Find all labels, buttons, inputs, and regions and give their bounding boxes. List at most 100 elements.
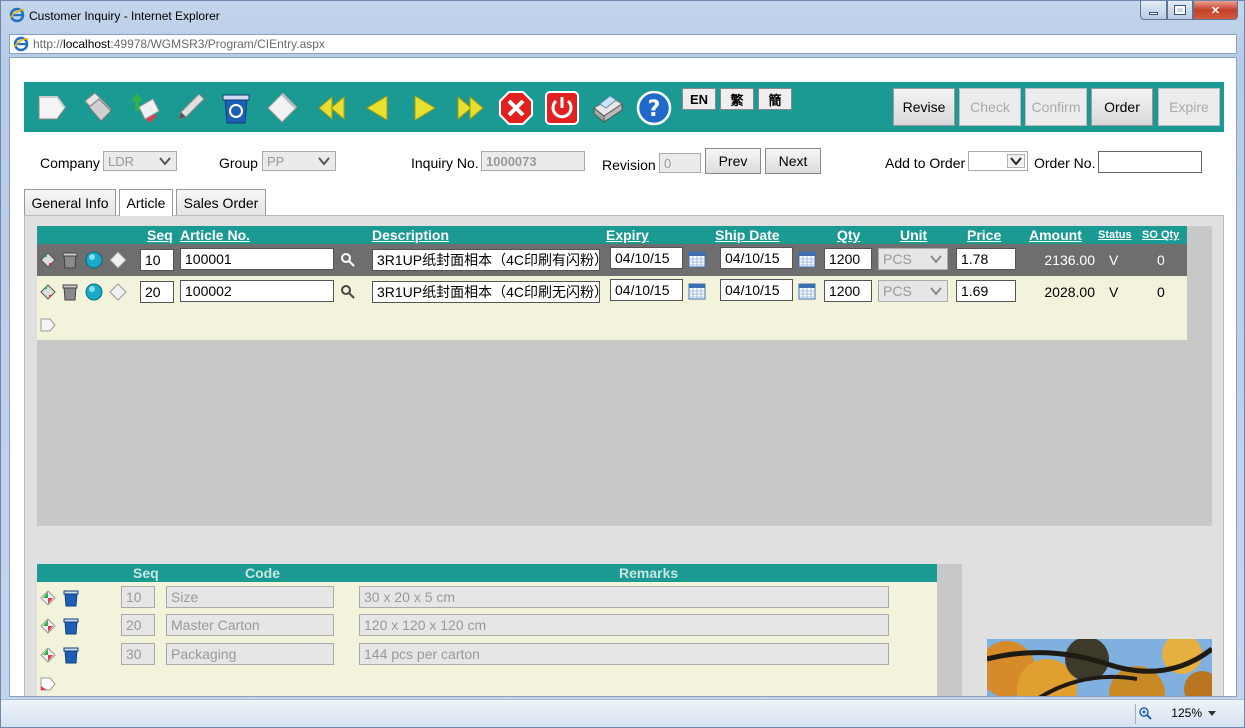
lang-en-button[interactable]: EN — [682, 88, 716, 110]
svg-text:?: ? — [648, 97, 661, 122]
revise-button[interactable]: Revise — [893, 88, 955, 126]
price-input[interactable]: 1.69 — [956, 280, 1016, 302]
tab-general-info[interactable]: General Info — [24, 189, 116, 215]
row-move-icon[interactable] — [39, 617, 57, 635]
tab-sales-order[interactable]: Sales Order — [176, 189, 266, 215]
order-no-input[interactable] — [1098, 151, 1202, 173]
new-record-button[interactable] — [34, 90, 70, 126]
row-clear-icon[interactable] — [109, 251, 127, 269]
remark-seq-input[interactable]: 30 — [121, 643, 155, 665]
table-row: 10 Size 30 x 20 x 5 cm — [37, 584, 937, 613]
remark-seq-input[interactable]: 20 — [121, 614, 155, 636]
edit-button[interactable] — [172, 90, 208, 126]
row-delete-icon[interactable] — [61, 251, 79, 269]
last-record-button[interactable] — [452, 90, 488, 126]
next-record-button[interactable] — [406, 90, 442, 126]
header-qty[interactable]: Qty — [837, 226, 860, 244]
order-button[interactable]: Order — [1091, 88, 1153, 126]
row-move-icon[interactable] — [39, 251, 57, 269]
calendar-icon[interactable] — [688, 250, 706, 268]
remark-text-input[interactable]: 30 x 20 x 5 cm — [359, 586, 889, 608]
calendar-icon[interactable] — [798, 250, 816, 268]
remark-code-input[interactable]: Size — [166, 586, 334, 608]
remark-code-input[interactable]: Master Carton — [166, 614, 334, 636]
seq-input[interactable]: 20 — [140, 281, 174, 303]
header-expiry[interactable]: Expiry — [606, 226, 649, 244]
cancel-button[interactable] — [498, 90, 534, 126]
row-move-icon[interactable] — [39, 646, 57, 664]
recycle-bin-icon[interactable] — [62, 646, 80, 664]
company-select[interactable]: LDR — [103, 151, 177, 171]
add-row-icon[interactable] — [39, 315, 57, 333]
row-status-icon[interactable] — [85, 251, 103, 269]
ship-date-input[interactable]: 04/10/15 — [720, 279, 793, 301]
remark-seq-input[interactable]: 10 — [121, 586, 155, 608]
header-seq[interactable]: Seq — [147, 226, 173, 244]
check-button[interactable]: Check — [959, 88, 1021, 126]
price-input[interactable]: 1.78 — [956, 248, 1016, 270]
previous-record-button[interactable] — [360, 90, 396, 126]
article-no-input[interactable]: 100002 — [180, 280, 334, 302]
add-remark-icon[interactable] — [39, 674, 57, 692]
search-icon[interactable] — [339, 251, 357, 269]
close-window-button[interactable]: ✕ — [1193, 1, 1238, 20]
expiry-input[interactable]: 04/10/15 — [610, 279, 683, 301]
unit-select[interactable]: PCS — [878, 280, 948, 302]
group-select[interactable]: PP — [262, 151, 336, 171]
expire-button[interactable]: Expire — [1158, 88, 1220, 126]
header-amount[interactable]: Amount — [1029, 226, 1082, 244]
article-no-input[interactable]: 100001 — [180, 248, 334, 270]
article-photo — [987, 639, 1212, 696]
minimize-button[interactable] — [1140, 1, 1167, 20]
row-move-icon[interactable] — [39, 283, 57, 301]
move-record-button[interactable] — [126, 90, 162, 126]
remark-text-input[interactable]: 120 x 120 x 120 cm — [359, 614, 889, 636]
print-button[interactable] — [590, 90, 626, 126]
ship-date-input[interactable]: 04/10/15 — [720, 247, 793, 269]
remark-text-input[interactable]: 144 pcs per carton — [359, 643, 889, 665]
calendar-icon[interactable] — [798, 282, 816, 300]
prev-button[interactable]: Prev — [705, 148, 761, 174]
exit-button[interactable] — [544, 90, 580, 126]
tab-article[interactable]: Article — [119, 189, 173, 216]
first-record-button[interactable] — [314, 90, 350, 126]
remark-code-input[interactable]: Packaging — [166, 643, 334, 665]
help-button[interactable]: ? — [636, 90, 672, 126]
description-input[interactable]: 3R1UP纸封面相本（4C印刷无闪粉） — [372, 281, 600, 303]
recycle-bin-icon[interactable] — [62, 589, 80, 607]
description-input[interactable]: 3R1UP纸封面相本（4C印刷有闪粉） — [372, 249, 600, 271]
row-move-icon[interactable] — [39, 589, 57, 607]
delete-button[interactable] — [218, 90, 254, 126]
lang-traditional-button[interactable]: 繁 — [720, 88, 754, 110]
header-article-no[interactable]: Article No. — [180, 226, 250, 244]
row-clear-icon[interactable] — [109, 283, 127, 301]
confirm-button[interactable]: Confirm — [1025, 88, 1087, 126]
unit-select[interactable]: PCS — [878, 248, 948, 270]
clear-button[interactable] — [264, 90, 300, 126]
copy-record-button[interactable] — [80, 90, 116, 126]
header-description[interactable]: Description — [372, 226, 449, 244]
address-bar[interactable]: http://localhost:49978/WGMSR3/Program/CI… — [9, 34, 1237, 54]
zoom-level[interactable]: 125% — [1171, 706, 1202, 720]
header-so-qty[interactable]: SO Qty — [1142, 226, 1179, 244]
revision-field[interactable]: 0 — [659, 153, 701, 173]
header-unit[interactable]: Unit — [900, 226, 927, 244]
header-status[interactable]: Status — [1098, 226, 1132, 244]
recycle-bin-icon[interactable] — [62, 617, 80, 635]
expiry-input[interactable]: 04/10/15 — [610, 247, 683, 269]
calendar-icon[interactable] — [688, 282, 706, 300]
zoom-dropdown-icon[interactable] — [1208, 711, 1216, 716]
header-ship-date[interactable]: Ship Date — [715, 226, 780, 244]
search-icon[interactable] — [339, 283, 357, 301]
qty-input[interactable]: 1200 — [824, 280, 872, 302]
row-status-icon[interactable] — [85, 283, 103, 301]
seq-input[interactable]: 10 — [140, 249, 174, 271]
next-button[interactable]: Next — [765, 148, 821, 174]
qty-input[interactable]: 1200 — [824, 248, 872, 270]
inquiry-no-field[interactable]: 1000073 — [481, 151, 585, 171]
lang-simplified-button[interactable]: 簡 — [758, 88, 792, 110]
maximize-button[interactable] — [1167, 1, 1193, 20]
header-price[interactable]: Price — [967, 226, 1001, 244]
row-delete-icon[interactable] — [61, 283, 79, 301]
add-to-order-select[interactable] — [968, 151, 1028, 171]
